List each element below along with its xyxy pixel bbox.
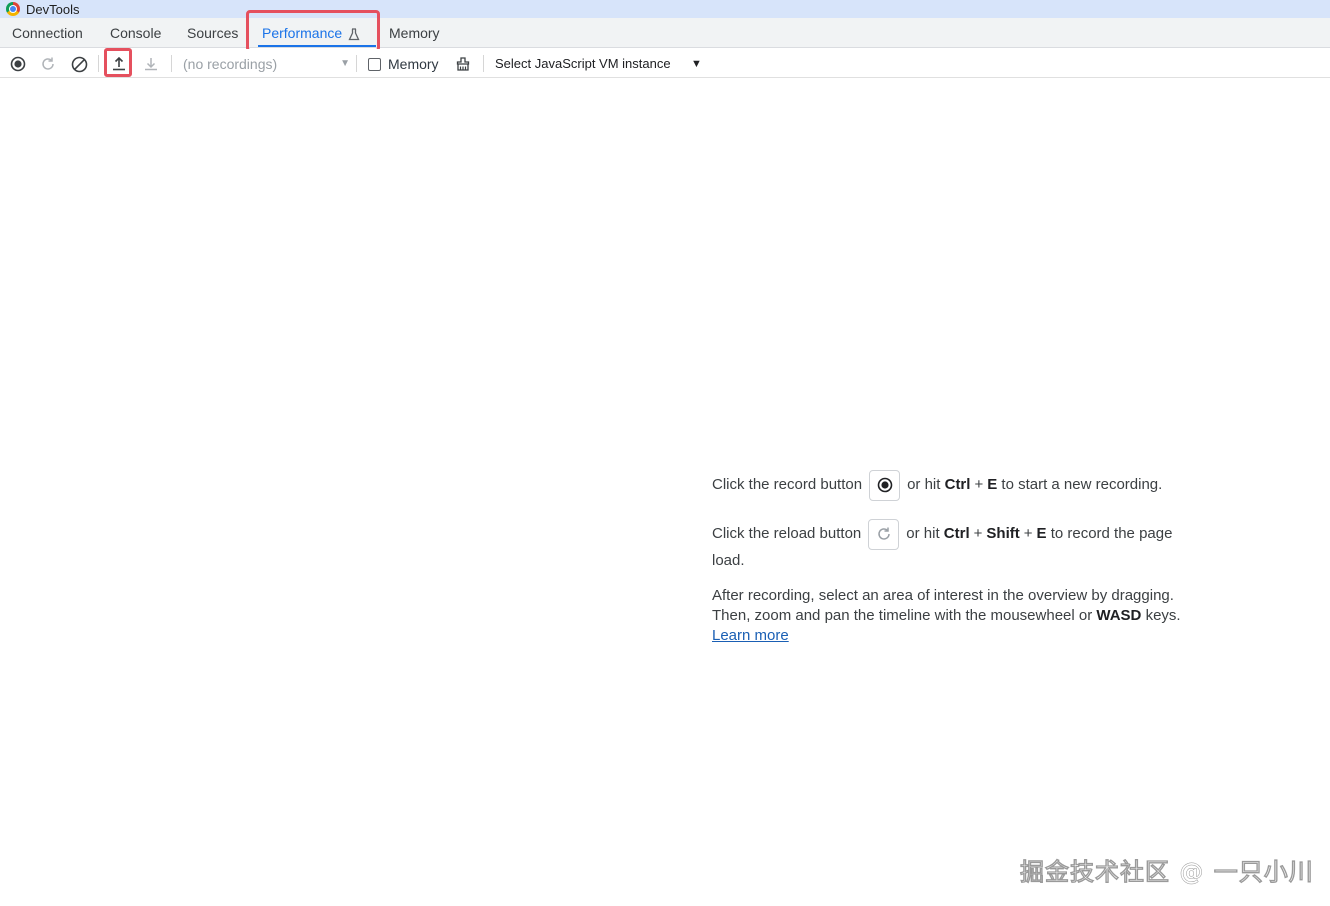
plus-sign: + <box>973 525 983 542</box>
watermark: 掘金技术社区 @ 一只小川 <box>1020 858 1314 887</box>
recordings-select-value: (no recordings) <box>183 56 278 72</box>
shortcut-key: E <box>1036 525 1047 542</box>
tab-performance-label: Performance <box>262 25 343 41</box>
panel-tab-bar: Connection Console Sources Performance M… <box>0 18 1330 48</box>
garbage-collect-icon <box>456 57 470 71</box>
reload-instruction-continued: load. <box>712 552 745 569</box>
learn-more-link[interactable]: Learn more <box>712 627 789 644</box>
active-tab-indicator <box>258 45 376 47</box>
reload-icon <box>42 57 54 70</box>
chrome-logo-icon <box>6 2 20 16</box>
reload-instruction-prefix: Click the reload button <box>712 525 862 542</box>
tab-memory[interactable]: Memory <box>389 18 440 48</box>
plus-sign: + <box>1023 525 1033 542</box>
record-icon <box>877 477 892 493</box>
after-recording-text: After recording, select an area of inter… <box>712 587 1174 604</box>
toolbar-divider <box>356 55 357 72</box>
tab-sources[interactable]: Sources <box>187 18 238 48</box>
download-icon <box>145 58 157 71</box>
record-button[interactable] <box>7 53 29 75</box>
plus-sign: + <box>974 476 984 493</box>
tab-performance[interactable]: Performance <box>262 18 360 48</box>
inline-record-button[interactable] <box>869 469 901 501</box>
load-profile-button[interactable] <box>108 53 130 75</box>
shortcut-key: Shift <box>986 525 1020 542</box>
window-title: DevTools <box>26 1 80 17</box>
reload-icon <box>878 527 890 540</box>
shortcut-key: E <box>987 476 998 493</box>
upload-icon <box>113 56 125 71</box>
collect-garbage-button[interactable] <box>452 53 474 75</box>
clear-icon <box>71 56 87 72</box>
zoom-pan-suffix: keys. <box>1145 607 1181 624</box>
toolbar-divider <box>171 55 172 72</box>
learn-more-row: Learn more <box>712 626 789 646</box>
reload-instruction-suffix: to record the page <box>1050 525 1173 542</box>
memory-checkbox[interactable]: Memory <box>368 54 439 74</box>
shortcut-key: Ctrl <box>944 476 971 493</box>
shortcut-key: Ctrl <box>943 525 970 542</box>
toolbar-divider <box>483 55 484 72</box>
recordings-select[interactable]: (no recordings) ▼ <box>178 53 354 75</box>
caret-down-icon[interactable]: ▼ <box>691 53 702 75</box>
clear-button[interactable] <box>68 53 90 75</box>
tab-connection[interactable]: Connection <box>12 18 83 48</box>
vm-instance-select[interactable]: Select JavaScript VM instance <box>495 53 671 75</box>
or-hit-text: or hit <box>906 525 940 542</box>
performance-toolbar: (no recordings) ▼ Memory Select JavaScri… <box>0 49 1330 78</box>
record-icon <box>10 56 26 72</box>
reload-instruction: Click the reload button or hit Ctrl + Shif… <box>712 518 1172 550</box>
flask-icon <box>348 28 360 40</box>
chevron-down-icon: ▼ <box>340 58 350 69</box>
memory-checkbox-label: Memory <box>388 56 439 72</box>
record-instruction: Click the record button or hit Ctrl + E to… <box>712 468 1162 502</box>
inline-reload-button[interactable] <box>868 518 900 550</box>
toolbar-divider <box>98 55 99 72</box>
or-hit-text: or hit <box>907 476 941 493</box>
zoom-pan-prefix: Then, zoom and pan the timeline with the… <box>712 607 1093 624</box>
zoom-pan-text: Then, zoom and pan the timeline with the… <box>712 606 1181 626</box>
reload-record-button[interactable] <box>37 53 59 75</box>
tab-console[interactable]: Console <box>110 18 161 48</box>
record-instruction-prefix: Click the record button <box>712 476 863 493</box>
save-profile-button[interactable] <box>140 53 162 75</box>
shortcut-key: WASD <box>1096 607 1142 624</box>
memory-checkbox-box[interactable] <box>368 57 381 71</box>
record-instruction-suffix: to start a new recording. <box>1001 476 1163 493</box>
title-bar: DevTools <box>0 0 1330 18</box>
